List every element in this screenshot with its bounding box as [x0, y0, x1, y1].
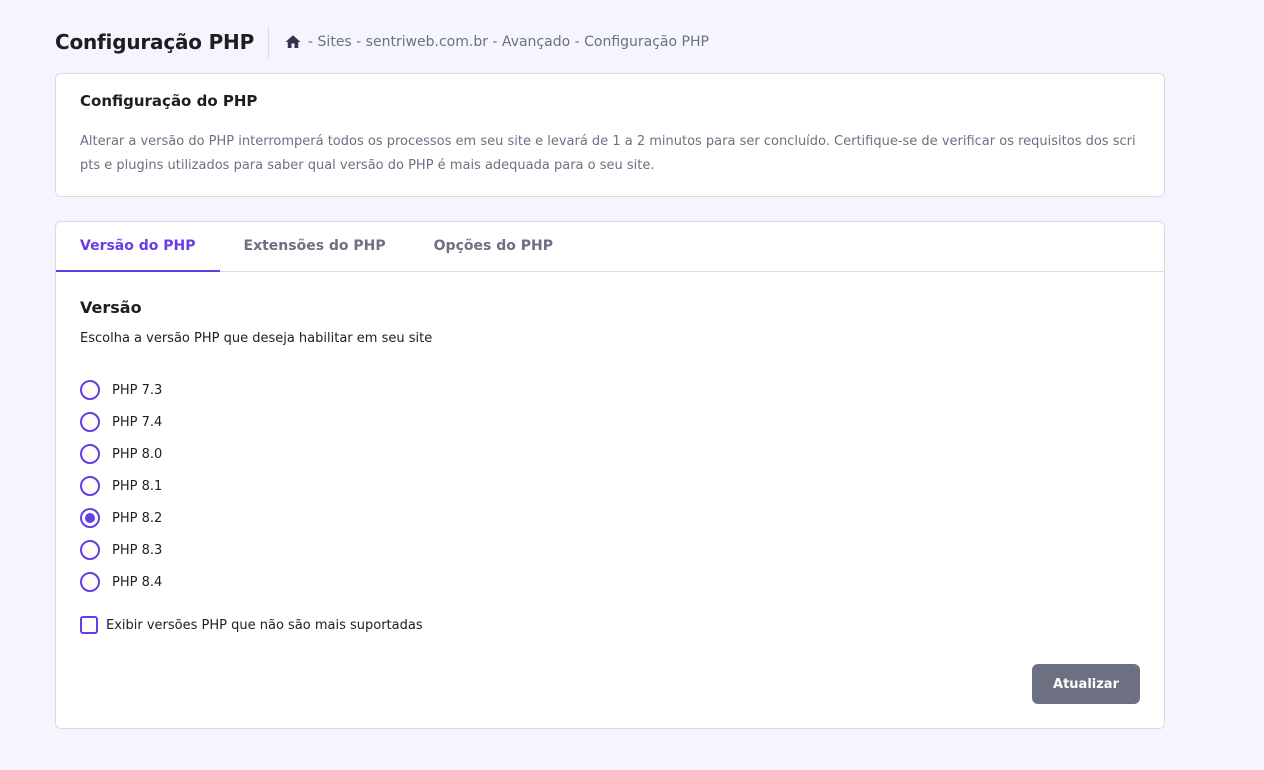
radio-button[interactable] — [80, 380, 100, 400]
home-icon[interactable] — [284, 33, 302, 51]
php-version-label: PHP 8.1 — [112, 478, 163, 494]
show-unsupported-checkbox[interactable] — [80, 616, 98, 634]
radio-button[interactable] — [80, 444, 100, 464]
info-card-title: Configuração do PHP — [80, 92, 258, 110]
show-unsupported-label: Exibir versões PHP que não são mais supo… — [106, 617, 423, 633]
php-version-option[interactable]: PHP 7.4 — [80, 406, 1140, 438]
version-section-description: Escolha a versão PHP que deseja habilita… — [80, 331, 433, 346]
php-version-option[interactable]: PHP 8.3 — [80, 534, 1140, 566]
version-section: Versão Escolha a versão PHP que deseja h… — [56, 272, 1164, 634]
update-button[interactable]: Atualizar — [1032, 664, 1140, 704]
tab-php-extensions[interactable]: Extensões do PHP — [220, 222, 410, 272]
php-version-label: PHP 7.3 — [112, 382, 163, 398]
radio-button-checked[interactable] — [80, 508, 100, 528]
php-version-label: PHP 7.4 — [112, 414, 163, 430]
page-header: Configuração PHP - Sites - sentriweb.com… — [55, 26, 709, 58]
version-section-title: Versão — [80, 298, 142, 317]
php-version-label: PHP 8.2 — [112, 510, 163, 526]
page: Configuração PHP - Sites - sentriweb.com… — [0, 0, 1264, 770]
radio-button[interactable] — [80, 412, 100, 432]
tab-php-options[interactable]: Opções do PHP — [410, 222, 577, 272]
info-card-text: Alterar a versão do PHP interromperá tod… — [80, 134, 1136, 173]
info-card: Configuração do PHP Alterar a versão do … — [55, 73, 1165, 197]
tab-php-version[interactable]: Versão do PHP — [56, 222, 220, 272]
radio-button[interactable] — [80, 540, 100, 560]
tab-bar: Versão do PHP Extensões do PHP Opções do… — [56, 222, 1164, 272]
header-divider — [268, 26, 270, 58]
php-version-label: PHP 8.0 — [112, 446, 163, 462]
radio-button[interactable] — [80, 476, 100, 496]
php-version-option[interactable]: PHP 8.0 — [80, 438, 1140, 470]
page-title: Configuração PHP — [55, 30, 255, 54]
php-version-radio-group: PHP 7.3 PHP 7.4 PHP 8.0 PHP 8.1 PHP 8.2 — [80, 374, 1140, 598]
php-version-option-selected[interactable]: PHP 8.2 — [80, 502, 1140, 534]
php-version-label: PHP 8.3 — [112, 542, 163, 558]
php-version-label: PHP 8.4 — [112, 574, 163, 590]
radio-button[interactable] — [80, 572, 100, 592]
breadcrumb: - Sites - sentriweb.com.br - Avançado - … — [284, 33, 709, 51]
php-settings-card: Versão do PHP Extensões do PHP Opções do… — [55, 221, 1165, 729]
php-version-option[interactable]: PHP 7.3 — [80, 374, 1140, 406]
breadcrumb-path[interactable]: - Sites - sentriweb.com.br - Avançado - … — [308, 34, 709, 50]
php-version-option[interactable]: PHP 8.4 — [80, 566, 1140, 598]
php-version-option[interactable]: PHP 8.1 — [80, 470, 1140, 502]
show-unsupported-toggle[interactable]: Exibir versões PHP que não são mais supo… — [80, 616, 1140, 634]
